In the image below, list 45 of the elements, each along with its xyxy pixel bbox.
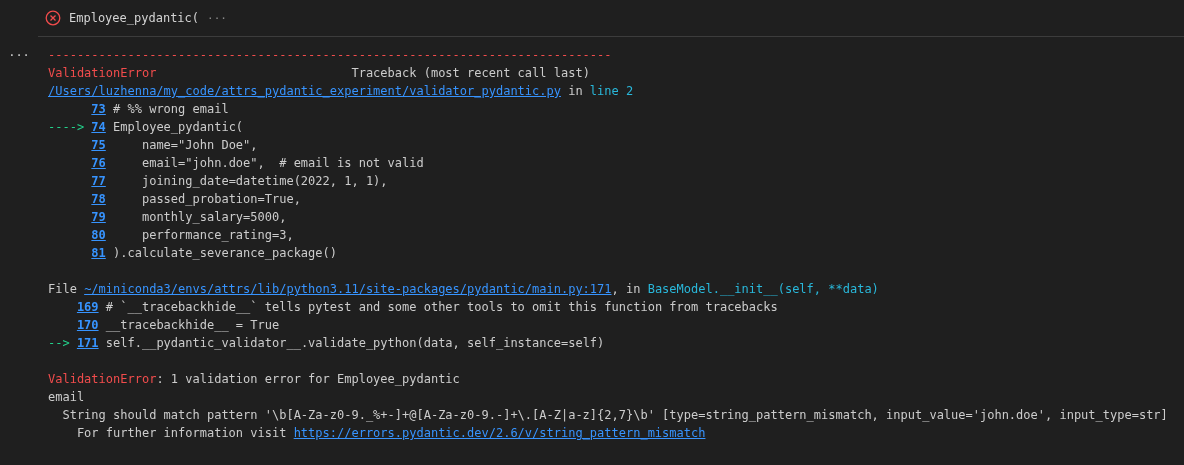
line-number-link[interactable]: 77 — [91, 172, 106, 190]
overflow-text: ··· — [207, 11, 227, 25]
line-number-link[interactable]: 73 — [91, 100, 106, 118]
line-number-link[interactable]: 81 — [91, 244, 106, 262]
code-text: joining_date=datetime(2022, 1, 1), — [140, 173, 388, 190]
output-text: For further information visit — [75, 425, 288, 442]
code-text: name="John Doe", — [140, 137, 258, 154]
code-text: passed_probation=True, — [140, 191, 301, 208]
error-text: ------------------------------------------------------------------------------ — [48, 47, 612, 64]
line-number-link[interactable]: 170 — [76, 316, 99, 334]
code-text: Employee_pydantic( — [112, 119, 244, 136]
output-text: , in — [611, 281, 642, 298]
line-number-link[interactable]: 78 — [91, 190, 106, 208]
line-number-link[interactable]: 80 — [91, 226, 106, 244]
code-text: __tracebackhide__ = True — [104, 317, 280, 334]
location-text: line 2 — [589, 83, 634, 100]
line-number-link[interactable]: 79 — [91, 208, 106, 226]
output-text: String should match pattern '\b[A-Za-z0-9._%+-]+@[A-Za-z0-9.-]+\.[A-Z|a-z]{2,7}\b' [type=string_pattern_mismatch, input_value='john.doe', input_type=str] — [61, 407, 1168, 424]
more-button[interactable]: ··· — [8, 46, 30, 64]
code-text: # %% wrong email — [112, 101, 229, 118]
output-text: File — [48, 281, 78, 298]
code-text: ).calculate_severance_package() — [112, 245, 337, 262]
current-line-arrow: ----> — [48, 119, 85, 136]
error-text: ValidationError — [48, 371, 157, 388]
output-text: Traceback (most recent call last) — [350, 65, 590, 82]
line-number-link[interactable]: 74 — [91, 118, 106, 136]
line-number-link[interactable]: 76 — [91, 154, 106, 172]
code-text: # `__tracebackhide__` tells pytest and some other tools to omit this function from tracebacks — [104, 299, 778, 316]
file-link[interactable]: /Users/luzhenna/my_code/attrs_pydantic_experiment/validator_pydantic.py — [48, 82, 561, 100]
line-number-link[interactable]: 75 — [91, 136, 106, 154]
code-text: email="john.doe", # email is not valid — [140, 155, 424, 172]
line-number-link[interactable]: 169 — [76, 298, 99, 316]
error-text: ValidationError — [48, 65, 157, 82]
code-text: monthly_salary=5000, — [140, 209, 287, 226]
code-text: performance_rating=3, — [140, 227, 294, 244]
code-text: self.__pydantic_validator__.validate_python(data, self_instance=self) — [104, 335, 605, 352]
location-text: BaseModel.__init__(self, **data) — [647, 281, 879, 298]
current-line-arrow: --> — [48, 335, 70, 352]
output-text: : 1 validation error for Employee_pydantic — [156, 371, 460, 388]
cell-title: Employee_pydantic( — [69, 11, 200, 25]
file-link[interactable]: https://errors.pydantic.dev/2.6/v/string_pattern_mismatch — [293, 424, 706, 442]
line-number-link[interactable]: 171 — [76, 334, 99, 352]
output-text: in — [567, 83, 584, 100]
file-link[interactable]: ~/miniconda3/envs/attrs/lib/python3.11/site-packages/pydantic/main.py:171 — [84, 280, 612, 298]
output-text: email — [48, 389, 85, 406]
